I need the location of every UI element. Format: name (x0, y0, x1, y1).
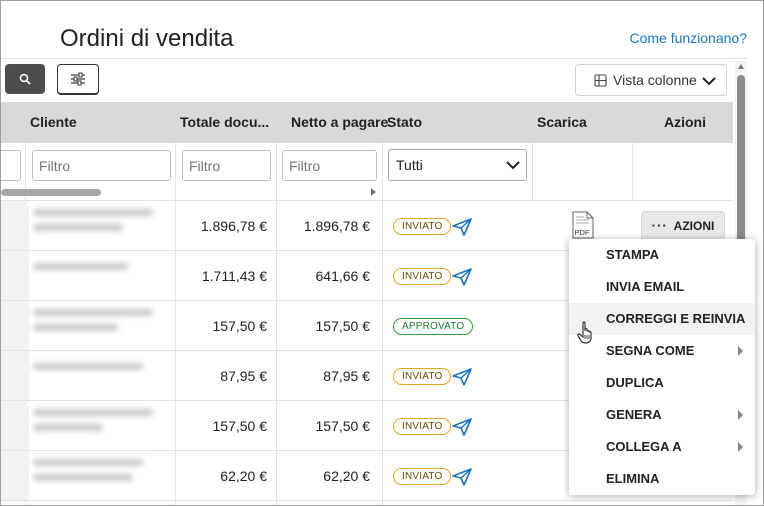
column-header-scarica: Scarica (537, 114, 587, 130)
sliders-icon (71, 72, 85, 86)
actions-button[interactable]: ··· AZIONI (641, 211, 725, 240)
column-divider (632, 143, 633, 201)
customer-name-redacted (33, 363, 163, 397)
filter-toggle-button[interactable] (57, 64, 99, 95)
column-header-stato[interactable]: Stato (387, 102, 422, 143)
filter-input-netto[interactable] (282, 150, 377, 181)
status-filter-value: Tutti (396, 157, 423, 173)
column-header-azioni: Azioni (664, 114, 706, 130)
menu-item-label: CORREGGI E REINVIA (606, 311, 746, 326)
page-title: Ordini di vendita (60, 25, 234, 52)
actions-button-label: AZIONI (673, 218, 715, 233)
status-filter-select[interactable]: Tutti (388, 149, 527, 181)
send-icon[interactable] (451, 367, 473, 387)
chevron-down-icon (702, 77, 716, 86)
customer-name-redacted (33, 459, 163, 493)
total-cell: 1.711,43 € (201, 268, 267, 284)
horizontal-scroll-thumb[interactable] (1, 189, 101, 196)
menu-item-segna-come[interactable]: SEGNA COME (569, 335, 755, 367)
net-cell: 157,50 € (315, 318, 371, 334)
submenu-arrow-icon (738, 442, 743, 452)
scroll-right-arrow-icon[interactable] (371, 188, 376, 196)
column-view-button[interactable]: Vista colonne (575, 64, 727, 96)
customer-name-redacted (33, 409, 163, 443)
net-cell: 87,95 € (323, 368, 370, 384)
menu-item-invia-email[interactable]: INVIA EMAIL (569, 271, 755, 303)
total-cell: 157,50 € (212, 418, 268, 434)
net-cell: 62,20 € (323, 468, 370, 484)
status-badge: INVIATO (393, 268, 452, 285)
total-cell: 1.896,78 € (200, 218, 267, 234)
send-icon[interactable] (451, 417, 473, 437)
window: Ordini di vendita Come funzionano? Vista… (0, 0, 764, 506)
net-cell: 641,66 € (315, 268, 371, 284)
status-badge: INVIATO (393, 368, 452, 385)
status-badge: INVIATO (393, 218, 452, 235)
column-header-totale[interactable]: Totale docu... (180, 102, 269, 143)
customer-name-redacted (33, 209, 163, 243)
menu-item-correggi-e-reinvia[interactable]: CORREGGI E REINVIA (569, 303, 755, 335)
pdf-download-icon[interactable]: PDF (572, 211, 594, 239)
hand-cursor-icon (577, 321, 592, 344)
filter-input-partial[interactable] (1, 150, 21, 181)
customer-name-redacted (33, 263, 163, 297)
menu-item-label: INVIA EMAIL (606, 279, 685, 294)
net-cell: 1.896,78 € (303, 218, 370, 234)
pdf-label: PDF (575, 228, 590, 237)
search-icon (19, 73, 31, 85)
help-link[interactable]: Come funzionano? (629, 30, 747, 46)
submenu-arrow-icon (738, 410, 743, 420)
menu-item-label: COLLEGA A (606, 439, 682, 454)
menu-item-duplica[interactable]: DUPLICA (569, 367, 755, 399)
menu-item-stampa[interactable]: STAMPA (569, 239, 755, 271)
actions-menu: STAMPA INVIA EMAIL CORREGGI E REINVIA SE… (569, 239, 755, 495)
total-cell: 87,95 € (220, 368, 267, 384)
menu-item-label: SEGNA COME (606, 343, 695, 358)
send-icon[interactable] (451, 267, 473, 287)
search-button[interactable] (5, 64, 45, 94)
filter-input-cliente[interactable] (32, 150, 171, 181)
customer-name-redacted (33, 309, 163, 343)
total-cell: 157,50 € (212, 318, 268, 334)
status-badge: INVIATO (393, 418, 452, 435)
send-icon[interactable] (451, 467, 473, 487)
column-header-netto[interactable]: Netto a pagare (291, 102, 388, 143)
filter-input-totale[interactable] (182, 150, 271, 181)
net-cell: 157,50 € (315, 418, 371, 434)
menu-item-label: GENERA (606, 407, 662, 422)
columns-icon (594, 73, 607, 87)
submenu-arrow-icon (738, 346, 743, 356)
menu-item-collega-a[interactable]: COLLEGA A (569, 431, 755, 463)
scroll-up-arrow-icon[interactable] (737, 63, 745, 71)
send-icon[interactable] (451, 217, 473, 237)
column-divider (532, 143, 533, 201)
status-badge: APPROVATO (393, 318, 474, 335)
column-view-label: Vista colonne (613, 72, 697, 88)
menu-item-elimina[interactable]: ELIMINA (569, 463, 755, 495)
menu-item-label: STAMPA (606, 247, 659, 262)
total-cell: 62,20 € (220, 468, 267, 484)
status-badge: INVIATO (393, 468, 452, 485)
menu-item-label: ELIMINA (606, 471, 660, 486)
menu-item-genera[interactable]: GENERA (569, 399, 755, 431)
chevron-down-icon (506, 161, 520, 170)
more-dots-icon: ··· (651, 218, 668, 233)
column-header-cliente[interactable]: Cliente (30, 102, 77, 143)
menu-item-label: DUPLICA (606, 375, 664, 390)
